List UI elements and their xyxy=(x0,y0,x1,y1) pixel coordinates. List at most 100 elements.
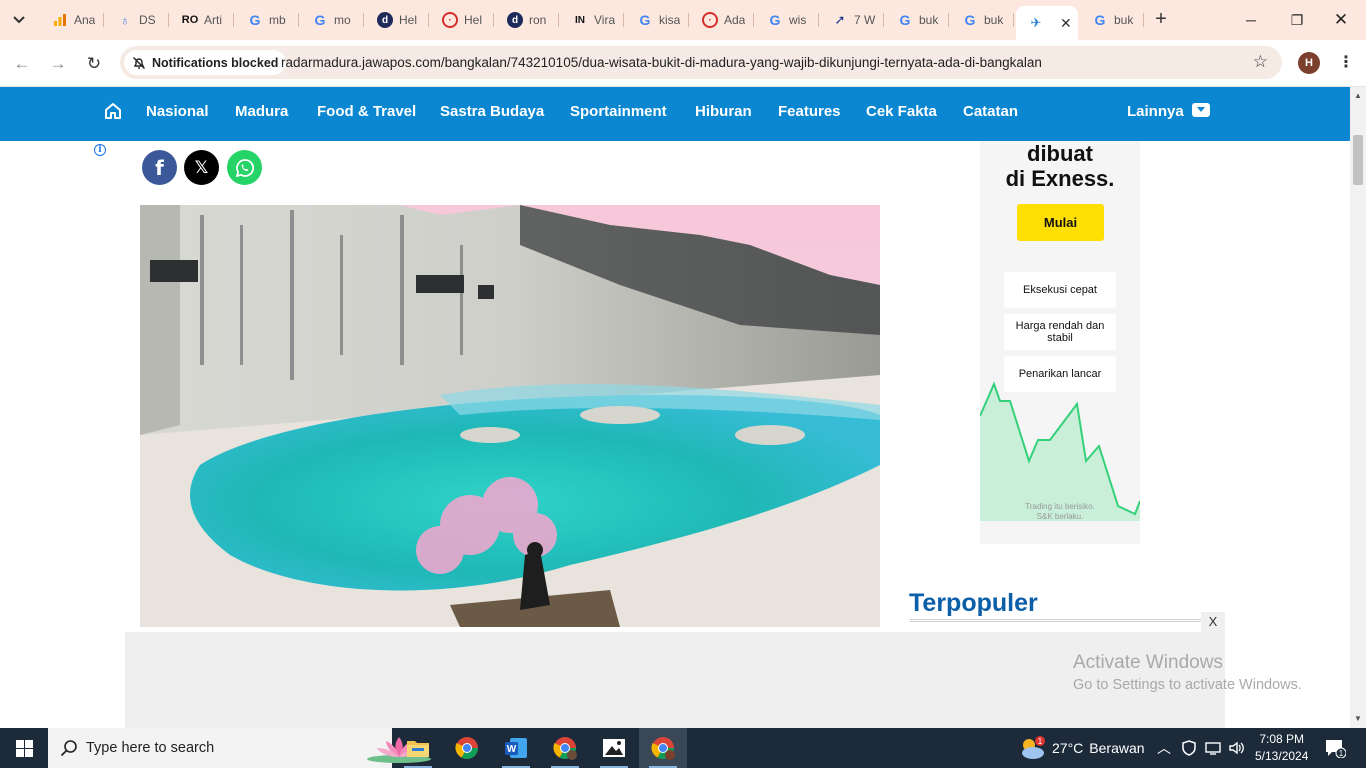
tab-title: wis xyxy=(789,13,807,27)
network-tray-icon[interactable] xyxy=(1204,728,1222,768)
shield-icon xyxy=(1182,740,1196,756)
close-window-button[interactable]: ✕ xyxy=(1329,8,1353,32)
url-text[interactable]: radarmadura.jawapos.com/bangkalan/743210… xyxy=(281,55,1042,70)
tab-title: ron xyxy=(529,13,547,27)
site-navbar: Nasional Madura Food & Travel Sastra Bud… xyxy=(0,87,1350,141)
tab-3[interactable]: RO Arti xyxy=(170,6,234,34)
nav-lainnya[interactable]: Lainnya xyxy=(1127,103,1210,120)
tab-5[interactable]: G mo xyxy=(300,6,364,34)
bell-off-icon xyxy=(133,56,145,69)
tab-2[interactable]: ♁ DS xyxy=(105,6,169,34)
nav-nasional[interactable]: Nasional xyxy=(146,103,209,120)
tab-title: Ada xyxy=(724,13,746,27)
profile-avatar[interactable]: H xyxy=(1298,52,1320,74)
taskbar-clock[interactable]: 7:08 PM 5/13/2024 xyxy=(1255,731,1308,765)
show-hidden-icons-button[interactable]: ︿ xyxy=(1157,728,1171,768)
address-bar[interactable]: Notifications blocked radarmadura.jawapo… xyxy=(120,46,1282,79)
reload-button[interactable]: ↻ xyxy=(82,52,106,76)
share-facebook-button[interactable]: f xyxy=(142,150,177,185)
tab-6[interactable]: d Hel xyxy=(365,6,429,34)
ad-risk-line-1: Trading itu berisiko. xyxy=(1025,502,1095,511)
nav-madura[interactable]: Madura xyxy=(235,103,288,120)
google-icon: G xyxy=(964,12,976,28)
tab-8[interactable]: d ron xyxy=(495,6,559,34)
scroll-thumb[interactable] xyxy=(1353,135,1363,185)
sticky-bottom-ad[interactable] xyxy=(125,632,1225,728)
nav-features[interactable]: Features xyxy=(778,103,841,120)
share-x-button[interactable]: 𝕏 xyxy=(184,150,219,185)
back-arrow-icon: ← xyxy=(13,54,31,73)
nav-cek-fakta[interactable]: Cek Fakta xyxy=(866,103,937,120)
sticky-ad-close-button[interactable]: X xyxy=(1201,612,1225,632)
new-tab-button[interactable]: + xyxy=(1150,8,1172,30)
tab-7[interactable]: · Hel xyxy=(430,6,494,34)
close-tab-icon[interactable]: ✕ xyxy=(1060,15,1072,32)
browser-menu-icon[interactable]: ⋮ xyxy=(1338,52,1354,74)
google-icon: G xyxy=(639,12,651,28)
bookmark-star-icon[interactable]: ☆ xyxy=(1253,52,1268,72)
security-tray-icon[interactable] xyxy=(1181,728,1197,768)
facebook-icon: f xyxy=(155,155,164,180)
tab-title: kisa xyxy=(659,13,681,27)
tab-14[interactable]: G buk xyxy=(885,6,949,34)
taskbar-chrome-profile-r[interactable] xyxy=(541,728,589,768)
windows-taskbar: Type here to search W 1 27°C Berawan ︿ 7… xyxy=(0,728,1366,768)
tab-title: Vira xyxy=(594,13,616,27)
nav-lainnya-label: Lainnya xyxy=(1127,103,1184,120)
chevron-up-icon: ︿ xyxy=(1157,740,1171,756)
share-whatsapp-button[interactable] xyxy=(227,150,262,185)
ad-choices-icon[interactable]: i xyxy=(94,144,106,156)
restore-icon: ❐ xyxy=(1290,12,1304,28)
restore-button[interactable]: ❐ xyxy=(1285,8,1309,32)
taskbar-chrome-profile-h[interactable] xyxy=(639,728,687,768)
google-icon: G xyxy=(769,12,781,28)
nav-hiburan[interactable]: Hiburan xyxy=(695,103,752,120)
volume-tray-icon[interactable] xyxy=(1228,728,1246,768)
tab-1[interactable]: Ana xyxy=(40,6,104,34)
nav-sastra-budaya[interactable]: Sastra Budaya xyxy=(440,103,544,120)
notification-icon: 1 xyxy=(1326,740,1346,758)
taskbar-photos[interactable] xyxy=(590,728,638,768)
tab-17[interactable]: G buk xyxy=(1080,6,1144,34)
minimize-icon: ─ xyxy=(1246,12,1256,28)
ad-feature-2: Harga rendah dan stabil xyxy=(1004,314,1116,350)
forward-button[interactable]: → xyxy=(46,52,70,76)
tab-11[interactable]: · Ada xyxy=(690,6,754,34)
taskbar-chrome[interactable] xyxy=(443,728,491,768)
notification-center-button[interactable]: 1 xyxy=(1324,728,1346,768)
tab-9[interactable]: IN Vira xyxy=(560,6,624,34)
network-icon xyxy=(1205,742,1221,755)
notifications-blocked-chip[interactable]: Notifications blocked xyxy=(124,50,287,75)
exness-ad[interactable]: dibuat di Exness. Mulai Eksekusi cepat H… xyxy=(980,141,1140,544)
watermark-line-2: Go to Settings to activate Windows. xyxy=(1073,677,1302,693)
nav-food-travel[interactable]: Food & Travel xyxy=(317,103,416,120)
scroll-down-arrow-icon[interactable]: ▼ xyxy=(1350,712,1366,726)
weather-widget[interactable]: 1 27°C Berawan xyxy=(1018,728,1145,768)
tab-active[interactable]: ✈ ✕ xyxy=(1016,6,1078,40)
tab-15[interactable]: G buk xyxy=(950,6,1014,34)
minimize-button[interactable]: ─ xyxy=(1239,8,1263,32)
taskbar-word[interactable]: W xyxy=(492,728,540,768)
tab-13[interactable]: ➚ 7 W xyxy=(820,6,884,34)
folder-icon xyxy=(407,741,429,757)
ad-headline-2: di Exness. xyxy=(1005,166,1115,191)
start-button[interactable] xyxy=(0,728,48,768)
tab-search-button[interactable] xyxy=(6,7,32,33)
tab-10[interactable]: G kisa xyxy=(625,6,689,34)
tab-12[interactable]: G wis xyxy=(755,6,819,34)
watermark-line-1: Activate Windows xyxy=(1073,652,1223,673)
taskbar-file-explorer[interactable] xyxy=(394,728,442,768)
tab-title: buk xyxy=(1114,13,1134,27)
taskbar-search-box[interactable]: Type here to search xyxy=(48,728,431,768)
clock-date: 5/13/2024 xyxy=(1255,749,1309,763)
ad-cta-button[interactable]: Mulai xyxy=(1017,204,1104,241)
arrow-site-icon: ➚ xyxy=(834,12,846,27)
page-scrollbar[interactable]: ▲ ▼ xyxy=(1350,87,1366,728)
nav-sportainment[interactable]: Sportainment xyxy=(570,103,667,120)
word-icon: W xyxy=(505,738,527,758)
scroll-up-arrow-icon[interactable]: ▲ xyxy=(1350,89,1366,103)
nav-catatan[interactable]: Catatan xyxy=(963,103,1018,120)
home-icon[interactable] xyxy=(103,101,123,121)
back-button[interactable]: ← xyxy=(10,52,34,76)
tab-4[interactable]: G mb xyxy=(235,6,299,34)
